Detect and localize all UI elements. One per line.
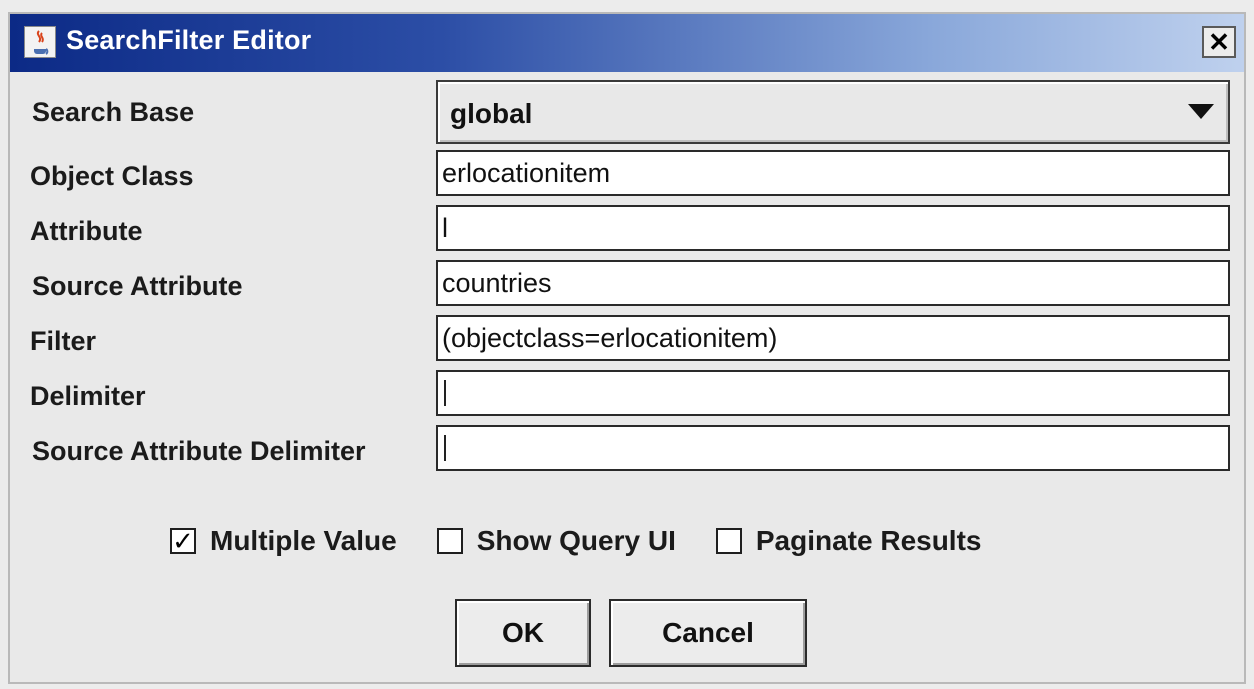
multiple-value-checkbox[interactable]: ✓ Multiple Value <box>170 525 397 557</box>
source-attribute-field[interactable]: countries <box>436 260 1230 306</box>
object-class-label: Object Class <box>30 161 194 191</box>
cancel-button[interactable]: Cancel <box>609 599 807 667</box>
text-cursor <box>444 380 446 406</box>
window-title: SearchFilter Editor <box>66 25 312 55</box>
search-base-value: global <box>450 98 533 129</box>
delimiter-label: Delimiter <box>30 381 146 411</box>
ok-button[interactable]: OK <box>455 599 591 667</box>
checkbox-box[interactable]: ✓ <box>170 528 196 554</box>
triangle-down-icon[interactable] <box>1188 104 1214 119</box>
attribute-field[interactable]: l <box>436 205 1230 251</box>
source-attribute-value: countries <box>442 267 552 298</box>
source-attribute-delimiter-field[interactable] <box>436 425 1230 471</box>
attribute-label: Attribute <box>30 216 143 246</box>
checkbox-box[interactable] <box>436 528 463 554</box>
search-base-label: Search Base <box>32 97 195 127</box>
filter-field[interactable]: (objectclass=erlocationitem) <box>436 315 1230 361</box>
paginate-results-label[interactable]: Paginate Results <box>756 525 982 557</box>
paginate-results-checkbox[interactable]: Paginate Results <box>715 525 982 557</box>
title-bar[interactable]: SearchFilter Editor ✕ <box>10 14 1244 72</box>
show-query-ui-label[interactable]: Show Query UI <box>477 525 676 557</box>
filter-value: (objectclass=erlocationitem) <box>442 322 778 353</box>
delimiter-field[interactable] <box>436 370 1230 416</box>
source-attribute-label: Source Attribute <box>32 271 243 301</box>
attribute-value: l <box>442 212 448 243</box>
checkbox-box[interactable] <box>715 528 742 554</box>
search-base-dropdown[interactable]: global <box>436 80 1230 144</box>
filter-label: Filter <box>30 326 97 356</box>
close-icon[interactable]: ✕ <box>1202 26 1236 58</box>
multiple-value-label[interactable]: Multiple Value <box>210 525 397 557</box>
java-cup-icon <box>24 26 56 58</box>
object-class-value: erlocationitem <box>442 157 611 188</box>
text-cursor <box>444 435 446 461</box>
options-row: ✓ Multiple Value Show Query UI Paginate … <box>170 522 1022 560</box>
searchfilter-editor-dialog: SearchFilter Editor ✕ Search Base global… <box>8 12 1246 684</box>
show-query-ui-checkbox[interactable]: Show Query UI <box>436 525 676 557</box>
object-class-field[interactable]: erlocationitem <box>436 150 1230 196</box>
source-attribute-delimiter-label: Source Attribute Delimiter <box>32 436 366 466</box>
